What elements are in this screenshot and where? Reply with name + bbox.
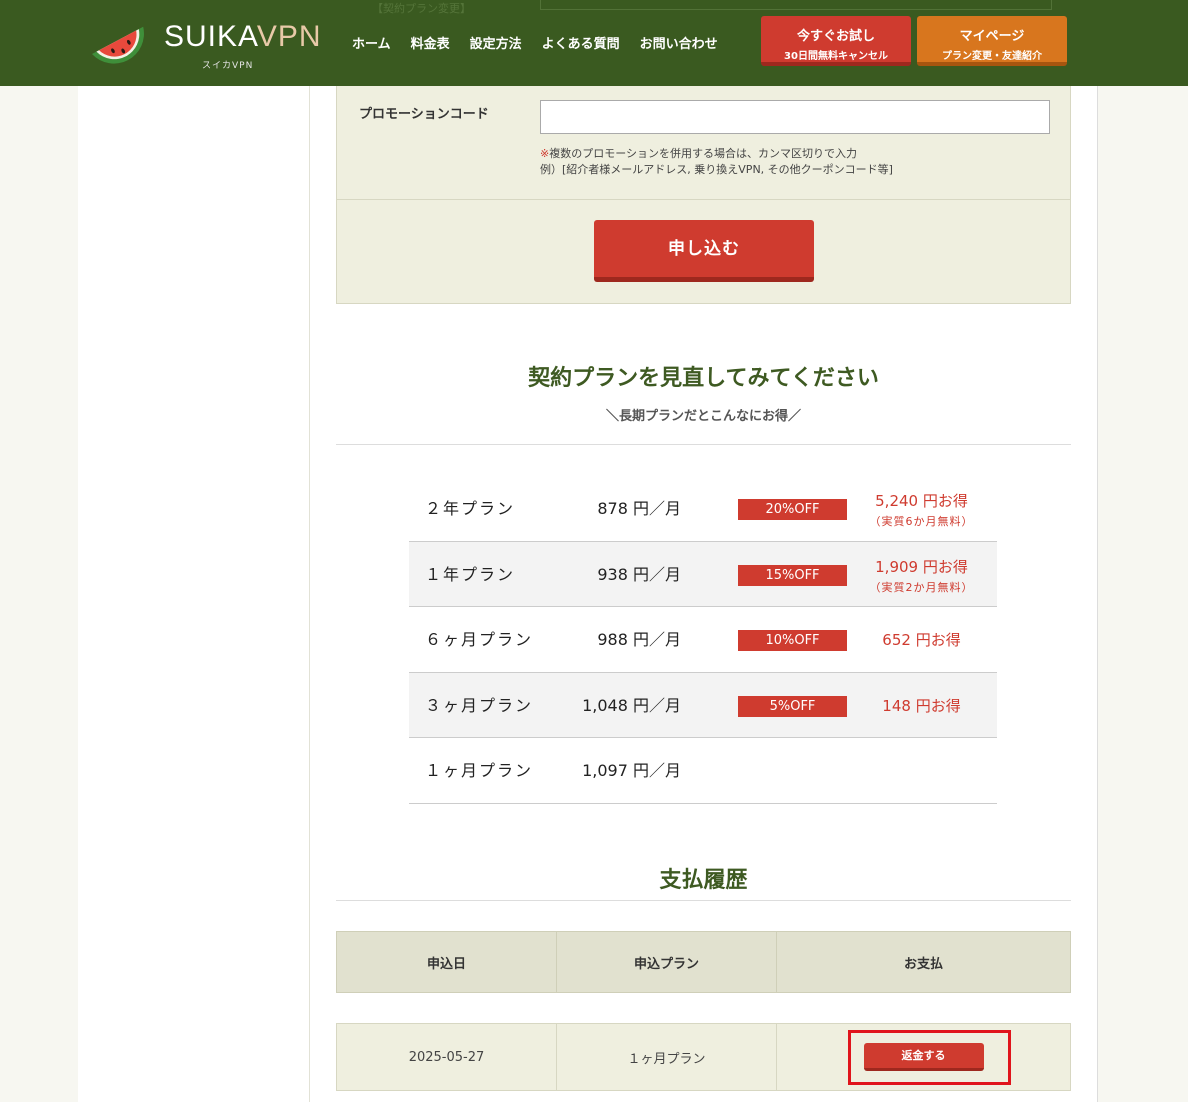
savings-amount: 5,240 円お得 — [875, 492, 968, 510]
logo-text: SUIKAVPN — [164, 20, 322, 54]
nav-pricing[interactable]: 料金表 — [411, 33, 450, 52]
plan-section-title: 契約プランを見直してみてください — [528, 366, 879, 391]
ghost-section-label: 【契約プラン変更】 — [372, 2, 471, 15]
free-trial-sublabel: 30日間無料キャンセル — [784, 51, 888, 62]
ghost-input-edge — [540, 0, 1052, 10]
plan-price: 938 円／月 — [597, 564, 681, 584]
refund-button[interactable]: 返金する — [863, 1043, 984, 1071]
payment-row: 2025-05-27 １ヶ月プラン 返金する — [336, 1023, 1071, 1091]
plan-price: 1,048 円／月 — [582, 695, 681, 715]
plan-price: 988 円／月 — [597, 630, 681, 649]
payment-plan: １ヶ月プラン — [557, 1024, 777, 1090]
header-payment: お支払 — [903, 956, 943, 972]
promo-form: プロモーションコード ※複数のプロモーションを併用する場合は、カンマ区切りで入力… — [336, 86, 1071, 304]
logo[interactable]: SUIKAVPN スイカVPN — [86, 8, 321, 76]
mypage-sublabel: プラン変更・友達紹介 — [942, 51, 1042, 62]
discount-badge: 5%OFF — [738, 695, 847, 717]
plan-savings: 1,909 円お得 （実質2か月無料） — [859, 556, 984, 595]
savings-amount: 652 円お得 — [882, 631, 961, 649]
site-header: 【契約プラン変更】 SUIKAVPN スイカVPN ホーム 料金表 設定方法 よ… — [0, 0, 1188, 86]
plan-row: ２年プラン 878 円／月 20%OFF 5,240 円お得 （実質6か月無料） — [409, 476, 997, 542]
savings-note: （実質2か月無料） — [869, 580, 974, 594]
savings-note: （実質6か月無料） — [869, 515, 974, 528]
header-date: 申込日 — [337, 932, 557, 992]
logo-text-main: SUIKA — [164, 20, 257, 53]
note-mark: ※ — [540, 147, 550, 160]
promo-code-input[interactable] — [540, 100, 1050, 134]
plan-name: １年プラン — [425, 564, 516, 584]
payment-history-title: 支払履歴 — [659, 868, 748, 893]
nav-contact[interactable]: お問い合わせ — [640, 33, 718, 52]
plan-savings: 5,240 円お得 （実質6か月無料） — [859, 490, 984, 529]
promo-code-label: プロモーションコード — [359, 107, 489, 122]
sidebar — [78, 86, 310, 1102]
watermelon-icon — [91, 26, 144, 64]
promo-row: プロモーションコード ※複数のプロモーションを併用する場合は、カンマ区切りで入力… — [337, 86, 1070, 200]
discount-badge: 10%OFF — [738, 630, 847, 651]
plan-price: 1,097 円／月 — [582, 761, 681, 780]
note-line-1: 複数のプロモーションを併用する場合は、カンマ区切りで入力 — [549, 147, 857, 160]
note-line-2: 例）[紹介者様メールアドレス, 乗り換えVPN, その他クーポンコード等] — [540, 163, 893, 176]
plan-name: ３ヶ月プラン — [425, 695, 534, 715]
plan-name: ２年プラン — [425, 499, 516, 518]
plan-savings: 148 円お得 — [859, 695, 984, 716]
logo-subtitle: スイカVPN — [202, 61, 254, 71]
nav-home[interactable]: ホーム — [352, 33, 391, 52]
logo-text-accent: VPN — [256, 20, 322, 53]
nav-faq[interactable]: よくある質問 — [542, 33, 620, 52]
mypage-button[interactable]: マイページ プラン変更・友達紹介 — [917, 16, 1067, 66]
plan-row: ３ヶ月プラン 1,048 円／月 5%OFF 148 円お得 — [409, 672, 997, 738]
plan-table: ２年プラン 878 円／月 20%OFF 5,240 円お得 （実質6か月無料）… — [409, 476, 997, 804]
plan-name: １ヶ月プラン — [425, 761, 534, 780]
plan-row: １年プラン 938 円／月 15%OFF 1,909 円お得 （実質2か月無料） — [409, 541, 997, 607]
header-plan: 申込プラン — [557, 932, 777, 992]
payment-action-cell: 返金する — [777, 1024, 1070, 1090]
free-trial-label: 今すぐお試し — [796, 29, 875, 44]
discount-badge: 15%OFF — [738, 564, 847, 586]
payment-table-header: 申込日 申込プラン お支払 — [336, 931, 1071, 993]
discount-badge: 20%OFF — [738, 499, 847, 520]
plan-section-subtitle: ＼長期プランだとこんなにお得／ — [605, 409, 801, 424]
submit-button[interactable]: 申し込む — [594, 220, 814, 282]
plan-row: ６ヶ月プラン 988 円／月 10%OFF 652 円お得 — [409, 607, 997, 673]
free-trial-button[interactable]: 今すぐお試し 30日間無料キャンセル — [761, 16, 911, 66]
plan-name: ６ヶ月プラン — [425, 630, 534, 649]
main-nav: ホーム 料金表 設定方法 よくある質問 お問い合わせ — [352, 33, 718, 52]
promo-code-note: ※複数のプロモーションを併用する場合は、カンマ区切りで入力 例）[紹介者様メール… — [540, 146, 893, 178]
divider — [336, 444, 1071, 445]
divider — [336, 900, 1071, 901]
plan-price: 878 円／月 — [597, 499, 681, 518]
payment-date: 2025-05-27 — [337, 1024, 557, 1090]
plan-row: １ヶ月プラン 1,097 円／月 — [409, 738, 997, 804]
savings-amount: 148 円お得 — [882, 696, 961, 715]
plan-savings: 652 円お得 — [859, 629, 984, 650]
mypage-label: マイページ — [959, 29, 1025, 44]
savings-amount: 1,909 円お得 — [875, 557, 968, 576]
nav-setup[interactable]: 設定方法 — [470, 33, 522, 52]
